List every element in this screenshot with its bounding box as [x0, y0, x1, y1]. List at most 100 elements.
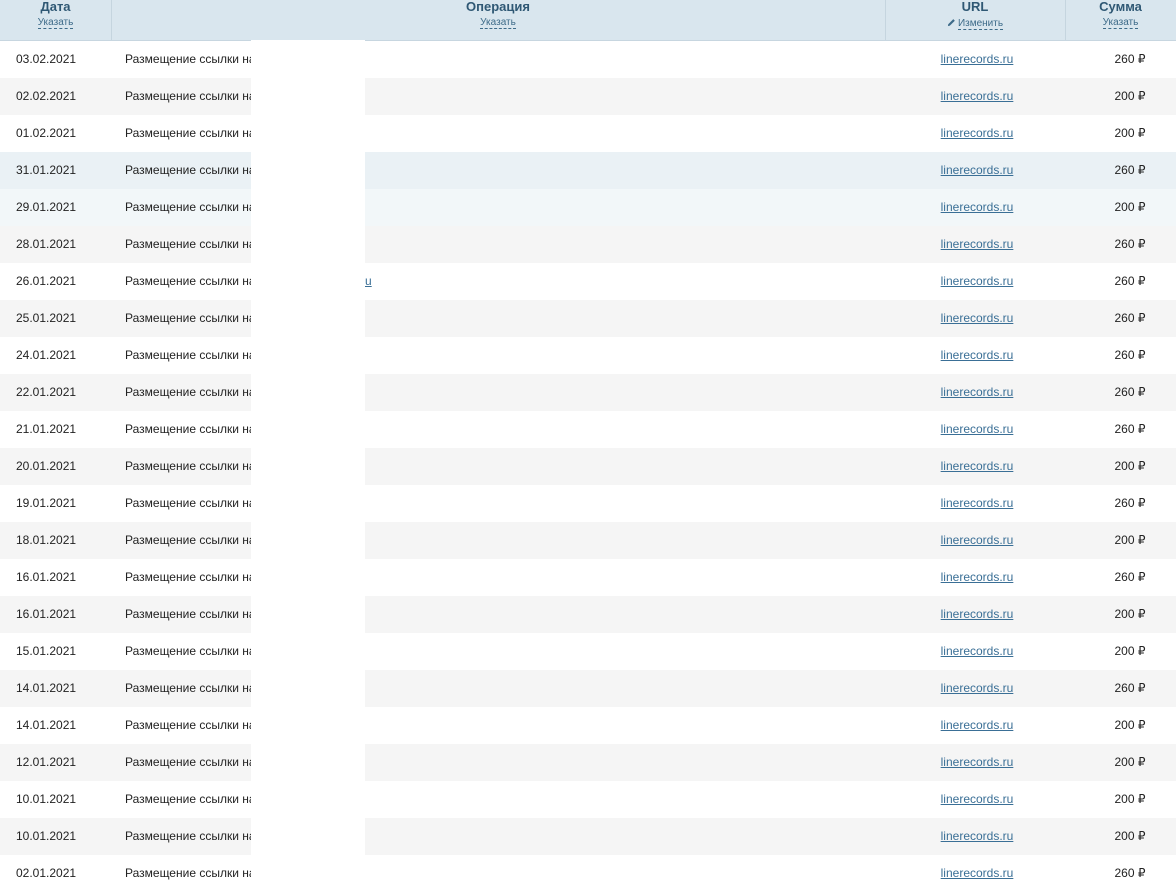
operation-cell: Размещение ссылки на — [125, 422, 251, 436]
sum-cell: 200 ₽ — [1114, 718, 1146, 732]
date-cell: 25.01.2021 — [16, 311, 77, 325]
url-cell: linerecords.ru — [870, 115, 1084, 152]
url-link[interactable]: linerecords.ru — [941, 607, 1014, 621]
table-row: 31.01.2021 Размещение ссылки на linereco… — [0, 152, 1176, 189]
url-cell: linerecords.ru — [870, 189, 1084, 226]
operation-cell: Размещение ссылки на — [125, 163, 251, 177]
date-cell: 21.01.2021 — [16, 422, 77, 436]
date-cell: 16.01.2021 — [16, 607, 77, 621]
url-link[interactable]: linerecords.ru — [941, 459, 1014, 473]
url-link[interactable]: linerecords.ru — [941, 533, 1014, 547]
sum-cell: 200 ₽ — [1114, 126, 1146, 140]
table-row: 26.01.2021 Размещение ссылки на u linere… — [0, 263, 1176, 300]
operation-cell: Размещение ссылки на — [125, 52, 251, 66]
operation-cell: Размещение ссылки на — [125, 311, 251, 325]
date-cell: 16.01.2021 — [16, 570, 77, 584]
url-link[interactable]: linerecords.ru — [941, 237, 1014, 251]
date-cell: 14.01.2021 — [16, 718, 77, 732]
date-cell: 26.01.2021 — [16, 274, 77, 288]
operation-cell: Размещение ссылки на — [125, 644, 251, 658]
url-cell: linerecords.ru — [870, 781, 1084, 818]
column-header-sum: Сумма Указать — [1065, 0, 1176, 40]
sum-cell: 200 ₽ — [1114, 829, 1146, 843]
url-cell: linerecords.ru — [870, 226, 1084, 263]
url-link[interactable]: linerecords.ru — [941, 718, 1014, 732]
table-row: 16.01.2021 Размещение ссылки на linereco… — [0, 559, 1176, 596]
sum-cell: 260 ₽ — [1114, 422, 1146, 436]
table-row: 20.01.2021 Размещение ссылки на linereco… — [0, 448, 1176, 485]
url-cell: linerecords.ru — [870, 855, 1084, 892]
url-link[interactable]: linerecords.ru — [941, 422, 1014, 436]
url-cell: linerecords.ru — [870, 633, 1084, 670]
operation-cell: Размещение ссылки на — [125, 607, 251, 621]
url-link[interactable]: linerecords.ru — [941, 496, 1014, 510]
sum-cell: 200 ₽ — [1114, 533, 1146, 547]
operation-cell: Размещение ссылки на — [125, 237, 251, 251]
url-link[interactable]: linerecords.ru — [941, 311, 1014, 325]
url-cell: linerecords.ru — [870, 522, 1084, 559]
operation-cell: Размещение ссылки на — [125, 348, 251, 362]
url-cell: linerecords.ru — [870, 707, 1084, 744]
date-cell: 02.02.2021 — [16, 89, 77, 103]
pencil-icon — [947, 19, 955, 27]
date-cell: 24.01.2021 — [16, 348, 77, 362]
url-link[interactable]: linerecords.ru — [941, 792, 1014, 806]
url-cell: linerecords.ru — [870, 448, 1084, 485]
url-link[interactable]: linerecords.ru — [941, 348, 1014, 362]
operation-cell: Размещение ссылки на — [125, 459, 251, 473]
url-link[interactable]: linerecords.ru — [941, 829, 1014, 843]
column-title-operation: Операция — [466, 0, 530, 14]
column-header-operation: Операция Указать — [111, 0, 886, 40]
table-row: 19.01.2021 Размещение ссылки на linereco… — [0, 485, 1176, 522]
operation-link-fragment[interactable]: u — [365, 263, 372, 300]
url-link[interactable]: linerecords.ru — [941, 755, 1014, 769]
url-cell: linerecords.ru — [870, 818, 1084, 855]
table-row: 25.01.2021 Размещение ссылки на linereco… — [0, 300, 1176, 337]
url-link[interactable]: linerecords.ru — [941, 274, 1014, 288]
url-link[interactable]: linerecords.ru — [941, 126, 1014, 140]
table-row: 28.01.2021 Размещение ссылки на linereco… — [0, 226, 1176, 263]
date-cell: 14.01.2021 — [16, 681, 77, 695]
table-row: 10.01.2021 Размещение ссылки на linereco… — [0, 781, 1176, 818]
operation-cell: Размещение ссылки на — [125, 829, 251, 843]
url-link[interactable]: linerecords.ru — [941, 866, 1014, 880]
url-edit-link[interactable]: Изменить — [957, 18, 1004, 30]
url-link[interactable]: linerecords.ru — [941, 89, 1014, 103]
url-link[interactable]: linerecords.ru — [941, 681, 1014, 695]
redacted-area — [251, 40, 365, 888]
url-cell: linerecords.ru — [870, 411, 1084, 448]
date-cell: 10.01.2021 — [16, 829, 77, 843]
table-row: 16.01.2021 Размещение ссылки на linereco… — [0, 596, 1176, 633]
url-cell: linerecords.ru — [870, 78, 1084, 115]
url-link[interactable]: linerecords.ru — [941, 200, 1014, 214]
url-cell: linerecords.ru — [870, 670, 1084, 707]
operation-cell: Размещение ссылки на — [125, 89, 251, 103]
sum-filter-link[interactable]: Указать — [1102, 17, 1139, 29]
transactions-table: Дата Указать Операция Указать URL Измени… — [0, 0, 1176, 892]
url-link[interactable]: linerecords.ru — [941, 570, 1014, 584]
table-row: 21.01.2021 Размещение ссылки на linereco… — [0, 411, 1176, 448]
date-cell: 01.02.2021 — [16, 126, 77, 140]
url-link[interactable]: linerecords.ru — [941, 644, 1014, 658]
sum-cell: 200 ₽ — [1114, 755, 1146, 769]
date-filter-link[interactable]: Указать — [37, 17, 74, 29]
date-cell: 31.01.2021 — [16, 163, 77, 177]
url-cell: linerecords.ru — [870, 374, 1084, 411]
url-link[interactable]: linerecords.ru — [941, 385, 1014, 399]
operation-cell: Размещение ссылки на — [125, 718, 251, 732]
table-body: 03.02.2021 Размещение ссылки на linereco… — [0, 41, 1176, 892]
table-row: 02.01.2021 Размещение ссылки на linereco… — [0, 855, 1176, 892]
sum-cell: 200 ₽ — [1114, 200, 1146, 214]
url-link[interactable]: linerecords.ru — [941, 163, 1014, 177]
table-row: 15.01.2021 Размещение ссылки на linereco… — [0, 633, 1176, 670]
url-edit-control[interactable]: Изменить — [947, 15, 1004, 30]
sum-cell: 200 ₽ — [1114, 607, 1146, 621]
date-cell: 12.01.2021 — [16, 755, 77, 769]
operation-cell: Размещение ссылки на — [125, 866, 251, 880]
table-row: 10.01.2021 Размещение ссылки на linereco… — [0, 818, 1176, 855]
sum-cell: 260 ₽ — [1114, 311, 1146, 325]
url-link[interactable]: linerecords.ru — [941, 52, 1014, 66]
operation-filter-link[interactable]: Указать — [480, 17, 516, 29]
date-cell: 29.01.2021 — [16, 200, 77, 214]
table-row: 24.01.2021 Размещение ссылки на linereco… — [0, 337, 1176, 374]
